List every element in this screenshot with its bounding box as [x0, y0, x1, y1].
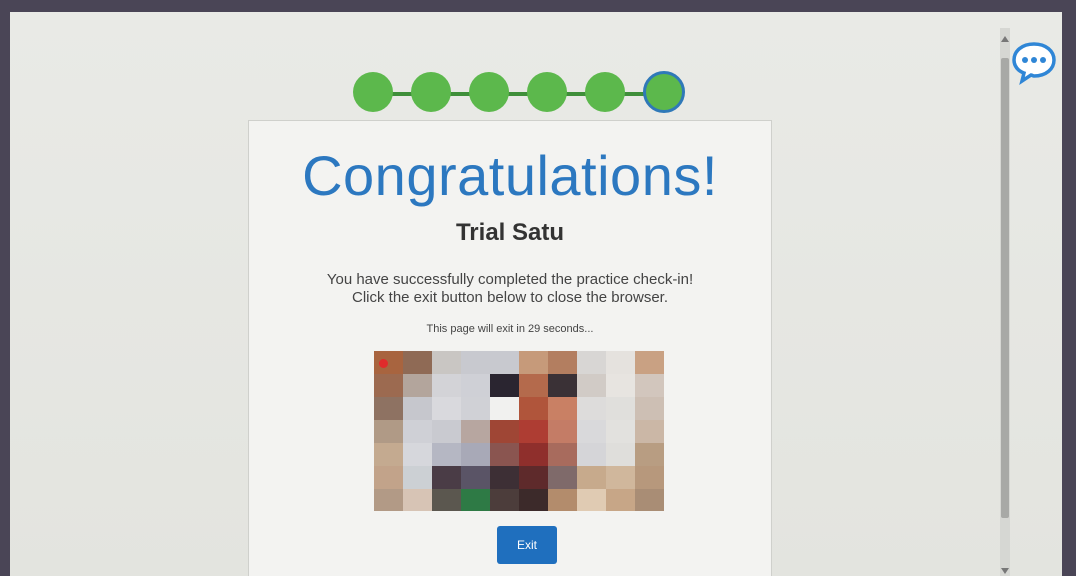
- webcam-pixel: [548, 466, 577, 489]
- webcam-pixel: [490, 397, 519, 420]
- progress-step-5: [585, 72, 625, 112]
- webcam-pixel: [403, 489, 432, 511]
- webcam-pixel: [374, 420, 403, 443]
- webcam-pixel: [461, 489, 490, 511]
- webcam-pixel: [577, 351, 606, 374]
- success-message: You have successfully completed the prac…: [289, 271, 731, 307]
- webcam-pixel: [606, 374, 635, 397]
- webcam-pixel: [635, 351, 664, 374]
- page-title: Congratulations!: [302, 144, 718, 207]
- webcam-pixel: [403, 443, 432, 466]
- webcam-pixel: [606, 420, 635, 443]
- progress-step-4: [527, 72, 567, 112]
- webcam-pixel: [432, 397, 461, 420]
- webcam-pixel: [606, 443, 635, 466]
- webcam-pixel: [403, 397, 432, 420]
- webcam-pixel: [635, 466, 664, 489]
- webcam-pixel: [403, 420, 432, 443]
- webcam-pixel: [606, 466, 635, 489]
- scrollbar[interactable]: [1000, 28, 1010, 576]
- success-message-line-1: You have successfully completed the prac…: [326, 271, 694, 288]
- webcam-pixel: [432, 420, 461, 443]
- webcam-pixel: [461, 466, 490, 489]
- webcam-pixel: [606, 351, 635, 374]
- webcam-pixel: [635, 420, 664, 443]
- webcam-pixel: [519, 351, 548, 374]
- webcam-pixel: [374, 374, 403, 397]
- webcam-pixel: [548, 489, 577, 511]
- scroll-down-arrow-icon[interactable]: [1001, 568, 1009, 574]
- webcam-preview: [374, 351, 664, 511]
- webcam-pixel: [577, 397, 606, 420]
- progress-step-6-current: [643, 71, 685, 113]
- webcam-pixel: [461, 351, 490, 374]
- webcam-pixel: [577, 374, 606, 397]
- webcam-pixel: [374, 489, 403, 511]
- webcam-pixel: [519, 397, 548, 420]
- webcam-pixel: [403, 374, 432, 397]
- webcam-pixel: [548, 374, 577, 397]
- webcam-pixel: [490, 443, 519, 466]
- webcam-pixel: [577, 443, 606, 466]
- browser-viewport: Congratulations! Trial Satu You have suc…: [10, 12, 1062, 576]
- progress-stepper: [353, 64, 685, 120]
- webcam-pixel: [577, 466, 606, 489]
- progress-step-3: [469, 72, 509, 112]
- webcam-pixel: [432, 374, 461, 397]
- webcam-pixel: [374, 466, 403, 489]
- webcam-pixel: [490, 466, 519, 489]
- scrollbar-thumb[interactable]: [1001, 58, 1009, 518]
- webcam-pixel: [461, 420, 490, 443]
- webcam-pixel: [548, 443, 577, 466]
- webcam-pixel: [577, 420, 606, 443]
- webcam-pixel: [548, 397, 577, 420]
- webcam-pixel: [519, 443, 548, 466]
- webcam-pixel: [548, 420, 577, 443]
- webcam-pixel: [432, 489, 461, 511]
- webcam-pixel: [490, 374, 519, 397]
- exam-name: Trial Satu: [455, 219, 565, 246]
- exit-countdown: This page will exit in 29 seconds...: [426, 323, 594, 335]
- webcam-pixel: [635, 489, 664, 511]
- progress-step-2: [411, 72, 451, 112]
- completion-card: Congratulations! Trial Satu You have suc…: [248, 120, 772, 576]
- webcam-pixel: [606, 397, 635, 420]
- webcam-pixel: [490, 420, 519, 443]
- webcam-pixel: [635, 443, 664, 466]
- webcam-pixel: [403, 351, 432, 374]
- scroll-up-arrow-icon[interactable]: [1001, 36, 1009, 42]
- webcam-pixel: [374, 397, 403, 420]
- webcam-pixel: [635, 397, 664, 420]
- exit-button[interactable]: Exit: [497, 526, 557, 564]
- webcam-pixel: [403, 466, 432, 489]
- success-message-line-2: Click the exit button below to close the…: [352, 289, 668, 306]
- webcam-pixel: [577, 489, 606, 511]
- webcam-pixel: [490, 351, 519, 374]
- webcam-pixel: [548, 351, 577, 374]
- webcam-pixel: [432, 351, 461, 374]
- webcam-pixel: [519, 466, 548, 489]
- webcam-pixel: [374, 443, 403, 466]
- webcam-pixel: [635, 374, 664, 397]
- webcam-pixel: [432, 443, 461, 466]
- webcam-pixel: [461, 397, 490, 420]
- chat-button[interactable]: [1010, 38, 1058, 86]
- webcam-pixel: [461, 443, 490, 466]
- webcam-pixel: [519, 489, 548, 511]
- webcam-pixel: [432, 466, 461, 489]
- webcam-pixel: [461, 374, 490, 397]
- recording-indicator-icon: [379, 359, 388, 368]
- webcam-pixel: [519, 374, 548, 397]
- webcam-pixel: [519, 420, 548, 443]
- chat-bubble-icon: [1012, 42, 1056, 85]
- webcam-pixel: [606, 489, 635, 511]
- progress-step-1: [353, 72, 393, 112]
- webcam-pixel: [490, 489, 519, 511]
